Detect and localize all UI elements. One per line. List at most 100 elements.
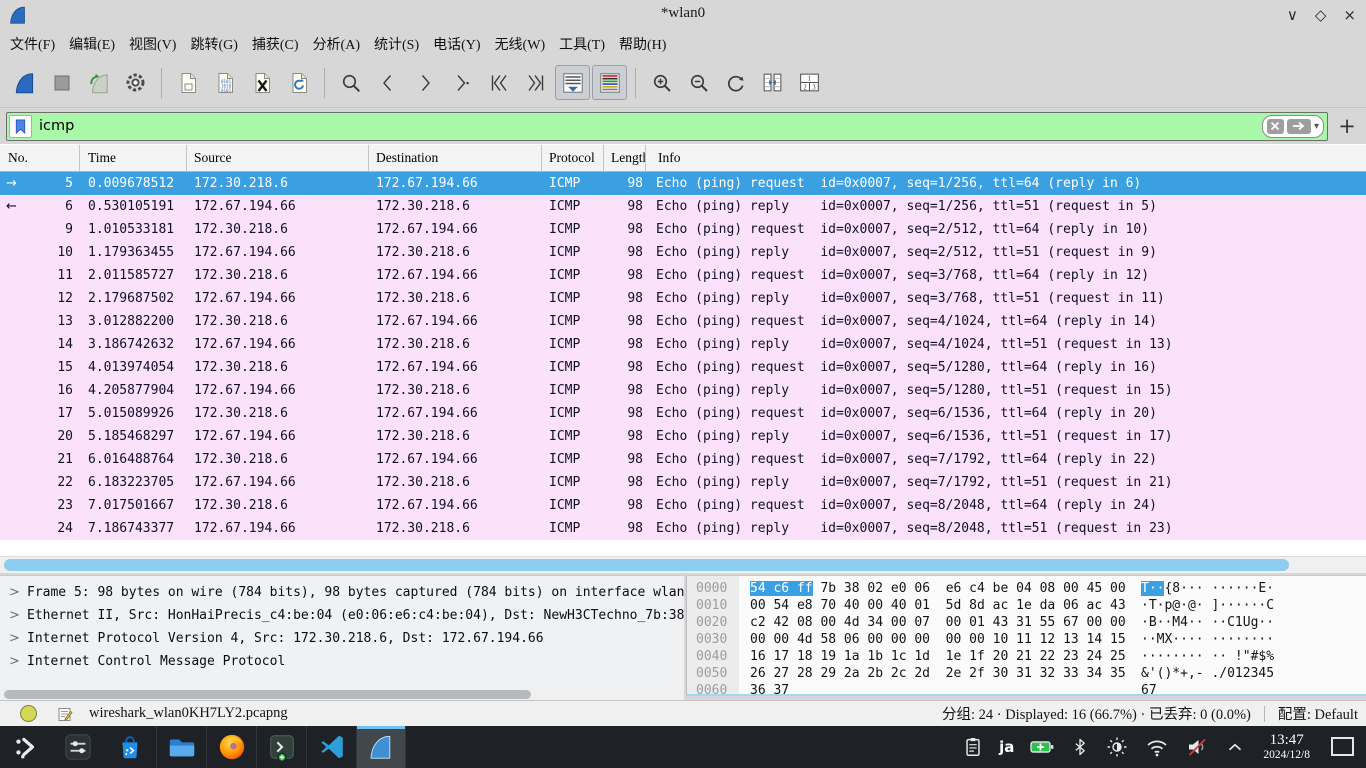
hex-row[interactable]: 0020c2 42 08 00 4d 34 00 07 00 01 43 31 …	[687, 614, 1366, 631]
hex-row[interactable]: 001000 54 e8 70 40 00 40 01 5d 8d ac 1e …	[687, 597, 1366, 614]
packet-list-hscrollbar[interactable]	[0, 556, 1366, 573]
hex-bytes[interactable]: c2 42 08 00 4d 34 00 07 00 01 43 31 55 6…	[739, 614, 1141, 631]
first-packet-icon[interactable]	[481, 65, 516, 100]
auto-scroll-toggle-icon[interactable]	[555, 65, 590, 100]
go-to-packet-icon[interactable]	[444, 65, 479, 100]
filter-dropdown-caret-icon[interactable]: ▾	[1314, 121, 1319, 132]
firefox-icon[interactable]	[206, 726, 256, 768]
packet-row[interactable]: 205.185468297172.67.194.66172.30.218.6IC…	[0, 425, 1366, 448]
stop-capture-icon[interactable]	[44, 65, 79, 100]
hex-row[interactable]: 005026 27 28 29 2a 2b 2c 2d 2e 2f 30 31 …	[687, 665, 1366, 682]
packet-row[interactable]: 60.530105191172.67.194.66172.30.218.6ICM…	[0, 195, 1366, 218]
brightness-icon[interactable]	[1105, 735, 1129, 759]
minimize-button[interactable]: ∨	[1287, 6, 1298, 24]
menu-item[interactable]: 文件(F)	[3, 31, 62, 57]
hex-bytes[interactable]: 00 54 e8 70 40 00 40 01 5d 8d ac 1e da 0…	[739, 597, 1141, 614]
hex-row[interactable]: 000054 c6 ff 7b 38 02 e0 06 e6 c4 be 04 …	[687, 580, 1366, 597]
volume-muted-icon[interactable]	[1185, 735, 1209, 759]
hex-bytes[interactable]: 36 37	[739, 682, 1141, 696]
system-settings-icon[interactable]	[52, 726, 104, 768]
find-packet-icon[interactable]	[333, 65, 368, 100]
packet-row[interactable]: 154.013974054172.30.218.6172.67.194.66IC…	[0, 356, 1366, 379]
packet-row[interactable]: 112.011585727172.30.218.6172.67.194.66IC…	[0, 264, 1366, 287]
packet-row[interactable]: 175.015089926172.30.218.6172.67.194.66IC…	[0, 402, 1366, 425]
ascii-bytes[interactable]: &'()*+,- ./012345	[1141, 665, 1274, 682]
menu-item[interactable]: 帮助(H)	[612, 31, 673, 57]
profile-selector[interactable]: 配置: Default	[1278, 703, 1358, 724]
ascii-bytes[interactable]: ········ ·· !"#$%	[1141, 648, 1274, 665]
go-forward-icon[interactable]	[407, 65, 442, 100]
capture-options-icon[interactable]	[118, 65, 153, 100]
packet-row[interactable]: 101.179363455172.67.194.66172.30.218.6IC…	[0, 241, 1366, 264]
vscode-icon[interactable]	[306, 726, 356, 768]
hex-row[interactable]: 003000 00 4d 58 06 00 00 00 00 00 10 11 …	[687, 631, 1366, 648]
tray-expander-icon[interactable]	[1224, 735, 1246, 759]
column-header[interactable]: Destination	[369, 145, 542, 171]
filter-apply-icon[interactable]	[1287, 119, 1311, 134]
input-method-indicator[interactable]: ja	[999, 738, 1014, 756]
column-layout-icon[interactable]: 123	[792, 65, 827, 100]
expand-arrow-icon[interactable]: >	[9, 627, 20, 650]
column-header[interactable]: Time	[80, 145, 187, 171]
battery-icon[interactable]	[1029, 735, 1055, 759]
add-filter-button[interactable]: +	[1334, 113, 1360, 139]
column-header[interactable]: Info	[646, 145, 1366, 171]
wifi-icon[interactable]	[1144, 735, 1170, 759]
reload-file-icon[interactable]	[281, 65, 316, 100]
column-header[interactable]: No.	[0, 145, 80, 171]
filter-clear-icon[interactable]	[1267, 119, 1284, 134]
hex-bytes[interactable]: 26 27 28 29 2a 2b 2c 2d 2e 2f 30 31 32 3…	[739, 665, 1141, 682]
clipboard-icon[interactable]	[962, 735, 984, 759]
hex-bytes[interactable]: 16 17 18 19 1a 1b 1c 1d 1e 1f 20 21 22 2…	[739, 648, 1141, 665]
menu-item[interactable]: 捕获(C)	[245, 31, 306, 57]
menu-item[interactable]: 电话(Y)	[426, 31, 487, 57]
close-file-icon[interactable]	[244, 65, 279, 100]
menu-item[interactable]: 分析(A)	[306, 31, 367, 57]
wireshark-taskbar-icon[interactable]	[356, 726, 406, 768]
scrollbar-thumb[interactable]	[4, 690, 531, 699]
packet-row[interactable]: 237.017501667172.30.218.6172.67.194.66IC…	[0, 494, 1366, 517]
packet-row[interactable]: 216.016488764172.30.218.6172.67.194.66IC…	[0, 448, 1366, 471]
menu-item[interactable]: 无线(W)	[488, 31, 553, 57]
packet-row[interactable]: 50.009678512172.30.218.6172.67.194.66ICM…	[0, 172, 1366, 195]
protocol-tree-item[interactable]: >Frame 5: 98 bytes on wire (784 bits), 9…	[0, 581, 684, 604]
ascii-bytes[interactable]: 67	[1141, 682, 1157, 696]
packet-row[interactable]: 247.186743377172.67.194.66172.30.218.6IC…	[0, 517, 1366, 540]
packet-row[interactable]: 164.205877904172.67.194.66172.30.218.6IC…	[0, 379, 1366, 402]
menu-item[interactable]: 工具(T)	[552, 31, 612, 57]
save-file-icon[interactable]: 010110100101	[207, 65, 242, 100]
go-back-icon[interactable]	[370, 65, 405, 100]
hex-bytes[interactable]: 00 00 4d 58 06 00 00 00 00 00 10 11 12 1…	[739, 631, 1141, 648]
expand-arrow-icon[interactable]: >	[9, 581, 20, 604]
ascii-bytes[interactable]: T··{8··· ······E·	[1141, 580, 1274, 597]
protocol-tree-item[interactable]: >Internet Control Message Protocol	[0, 650, 684, 673]
zoom-in-icon[interactable]	[644, 65, 679, 100]
app-store-icon[interactable]	[104, 726, 156, 768]
zoom-out-icon[interactable]	[681, 65, 716, 100]
last-packet-icon[interactable]	[518, 65, 553, 100]
hex-row[interactable]: 006036 3767	[687, 682, 1366, 696]
colorize-toggle-icon[interactable]	[592, 65, 627, 100]
column-header[interactable]: Protocol	[542, 145, 604, 171]
column-header[interactable]: Source	[187, 145, 369, 171]
menu-item[interactable]: 统计(S)	[367, 31, 426, 57]
resize-columns-icon[interactable]	[755, 65, 790, 100]
packet-row[interactable]: 226.183223705172.67.194.66172.30.218.6IC…	[0, 471, 1366, 494]
show-desktop-button[interactable]	[1331, 737, 1354, 756]
app-launcher-icon[interactable]	[0, 726, 52, 768]
hex-bytes[interactable]: 54 c6 ff 7b 38 02 e0 06 e6 c4 be 04 08 0…	[739, 580, 1141, 597]
maximize-button[interactable]: ◇	[1315, 6, 1327, 24]
ascii-bytes[interactable]: ·T·p@·@· ]······C	[1141, 597, 1274, 614]
open-file-icon[interactable]	[170, 65, 205, 100]
column-header[interactable]: Length	[604, 145, 646, 171]
packet-row[interactable]: 122.179687502172.67.194.66172.30.218.6IC…	[0, 287, 1366, 310]
file-manager-icon[interactable]	[156, 726, 206, 768]
scrollbar-thumb[interactable]	[4, 559, 1289, 571]
ascii-bytes[interactable]: ··MX···· ········	[1141, 631, 1274, 648]
normal-size-icon[interactable]	[718, 65, 753, 100]
expand-arrow-icon[interactable]: >	[9, 604, 20, 627]
menu-item[interactable]: 视图(V)	[122, 31, 183, 57]
taskbar-clock[interactable]: 13:47 2024/12/8	[1263, 732, 1310, 761]
capture-comment-icon[interactable]	[57, 706, 73, 722]
close-button[interactable]: ×	[1343, 6, 1356, 24]
